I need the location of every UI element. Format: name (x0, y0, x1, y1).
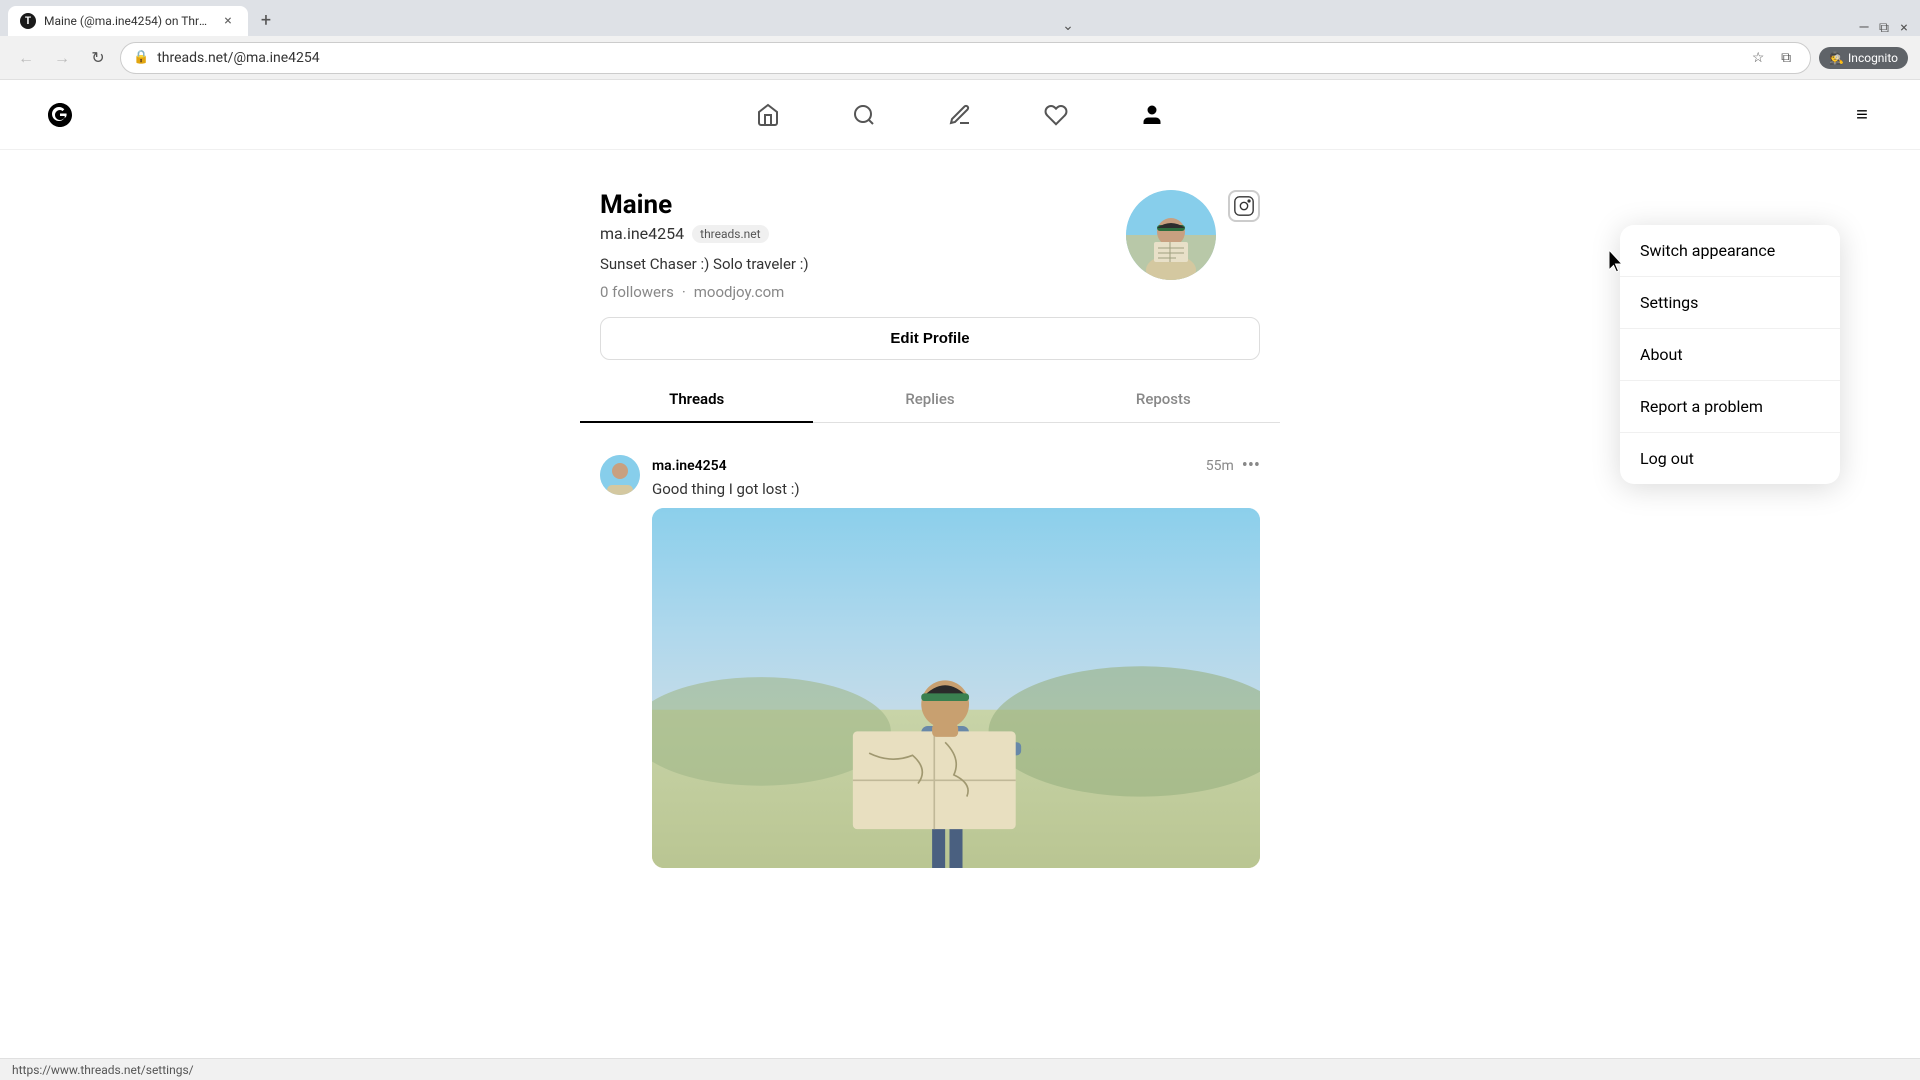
new-tab-button[interactable]: + (252, 6, 280, 34)
tab-title: Maine (@ma.ine4254) on Threa… (44, 14, 212, 28)
page-content: ≡ Maine ma.ine4254 threads.net Sunset Ch… (0, 80, 1920, 1044)
status-bar: https://www.threads.net/settings/ (0, 1058, 1920, 1080)
post-avatar (600, 455, 640, 495)
profile-stats: 0 followers · moodjoy.com (600, 283, 1126, 301)
bookmark-button[interactable]: ☆ (1746, 46, 1770, 70)
dropdown-about[interactable]: About (1620, 329, 1840, 381)
threads-logo[interactable] (40, 95, 80, 135)
tab-reposts[interactable]: Reposts (1047, 376, 1280, 422)
dropdown-logout[interactable]: Log out (1620, 433, 1840, 484)
header-right: ≡ (1844, 97, 1880, 133)
profile-avatar (1126, 190, 1216, 280)
dropdown-switch-appearance[interactable]: Switch appearance (1620, 225, 1840, 277)
profile-username: ma.ine4254 (600, 224, 684, 243)
maximize-button[interactable]: ⧉ (1876, 20, 1892, 36)
followers-count: 0 followers (600, 283, 674, 301)
post-more-button[interactable]: ••• (1242, 455, 1260, 476)
center-content: Maine ma.ine4254 threads.net Sunset Chas… (580, 150, 1280, 1044)
activity-nav-button[interactable] (1038, 97, 1074, 133)
browser-toolbar: ← → ↻ 🔒 threads.net/@ma.ine4254 ☆ ⧉ 🕵 In… (0, 36, 1920, 80)
post-text: Good thing I got lost :) (652, 480, 1260, 498)
close-window-button[interactable]: × (1896, 20, 1912, 36)
incognito-badge: 🕵 Incognito (1819, 47, 1908, 69)
compose-nav-button[interactable] (942, 97, 978, 133)
profile-section: Maine ma.ine4254 threads.net Sunset Chas… (580, 170, 1280, 904)
tab-favicon: T (20, 13, 36, 29)
instagram-icon[interactable] (1228, 190, 1260, 222)
left-sidebar (0, 150, 280, 1044)
active-tab[interactable]: T Maine (@ma.ine4254) on Threa… × (8, 6, 248, 36)
reload-button[interactable]: ↻ (84, 44, 112, 72)
address-bar[interactable]: 🔒 threads.net/@ma.ine4254 ☆ ⧉ (120, 42, 1811, 74)
post-content: ma.ine4254 55m ••• Good thing I got lost… (652, 455, 1260, 868)
profile-tabs: Threads Replies Reposts (580, 376, 1280, 423)
minimize-button[interactable]: — (1856, 20, 1872, 36)
home-nav-button[interactable] (750, 97, 786, 133)
tab-replies[interactable]: Replies (813, 376, 1046, 422)
profile-bio: Sunset Chaser :) Solo traveler :) (600, 255, 1126, 273)
nav-icons (750, 97, 1170, 133)
edit-profile-button[interactable]: Edit Profile (600, 317, 1260, 360)
address-actions: ☆ ⧉ (1746, 46, 1798, 70)
dropdown-report-problem[interactable]: Report a problem (1620, 381, 1840, 433)
threads-badge: threads.net (692, 225, 768, 243)
dropdown-menu: Switch appearance Settings About Report … (1620, 225, 1840, 484)
search-nav-button[interactable] (846, 97, 882, 133)
post-image (652, 508, 1260, 868)
profile-username-row: ma.ine4254 threads.net (600, 224, 1126, 243)
tab-manager-button[interactable]: ⧉ (1774, 46, 1798, 70)
lock-icon: 🔒 (133, 50, 149, 65)
profile-info: Maine ma.ine4254 threads.net Sunset Chas… (600, 190, 1126, 301)
menu-button[interactable]: ≡ (1844, 97, 1880, 133)
app-header: ≡ (0, 80, 1920, 150)
profile-nav-button[interactable] (1134, 97, 1170, 133)
forward-button[interactable]: → (48, 44, 76, 72)
status-url: https://www.threads.net/settings/ (12, 1063, 194, 1077)
profile-header: Maine ma.ine4254 threads.net Sunset Chas… (580, 190, 1280, 301)
address-text: threads.net/@ma.ine4254 (157, 50, 1738, 66)
post-header: ma.ine4254 55m ••• (652, 455, 1260, 476)
dropdown-settings[interactable]: Settings (1620, 277, 1840, 329)
browser-actions: 🕵 Incognito (1819, 47, 1908, 69)
back-button[interactable]: ← (12, 44, 40, 72)
post-meta: 55m ••• (1206, 455, 1260, 476)
tab-threads[interactable]: Threads (580, 376, 813, 422)
browser-chrome: T Maine (@ma.ine4254) on Threa… × + ⌄ — … (0, 0, 1920, 80)
stats-dot: · (682, 283, 686, 301)
profile-website: moodjoy.com (694, 283, 785, 301)
thread-post: ma.ine4254 55m ••• Good thing I got lost… (580, 439, 1280, 884)
post-username: ma.ine4254 (652, 458, 727, 474)
tab-dropdown-button[interactable]: ⌄ (1062, 18, 1074, 34)
window-controls: — ⧉ × (1856, 20, 1912, 36)
tab-close-button[interactable]: × (220, 13, 236, 29)
tab-bar: T Maine (@ma.ine4254) on Threa… × + ⌄ — … (0, 0, 1920, 36)
profile-name: Maine (600, 190, 1126, 220)
post-time: 55m (1206, 458, 1234, 474)
